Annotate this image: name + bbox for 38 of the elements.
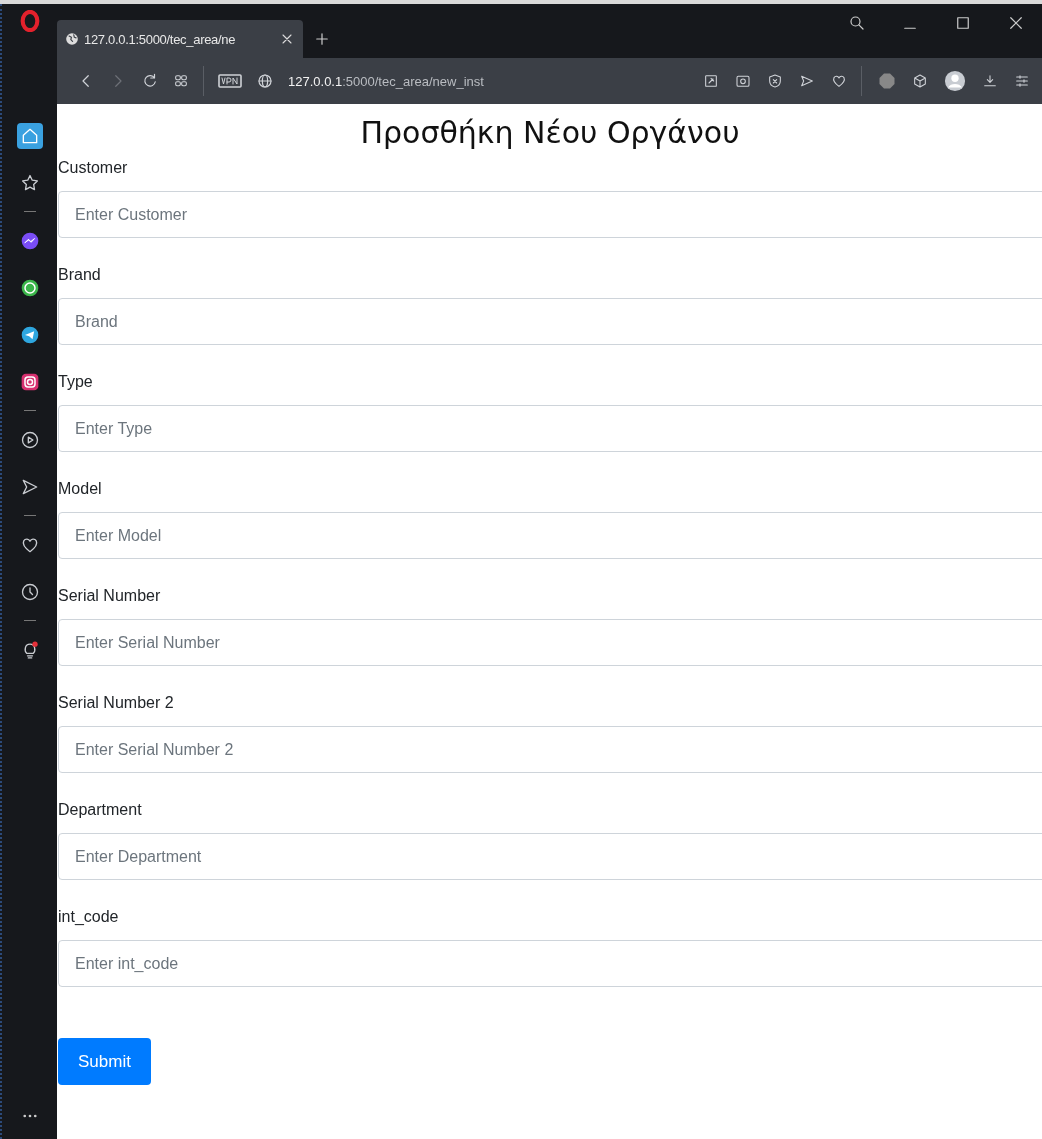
submit-button[interactable]: Submit bbox=[58, 1038, 151, 1085]
field-label: Type bbox=[58, 372, 94, 392]
input-field[interactable]: Enter Department bbox=[58, 833, 1042, 880]
home-icon[interactable] bbox=[16, 122, 43, 149]
search-icon[interactable] bbox=[848, 14, 866, 32]
field-label: Model bbox=[58, 479, 103, 499]
input-field[interactable]: Enter Type bbox=[58, 405, 1042, 452]
address-field[interactable]: 127.0.0.1:5000/tec_area/new_inst bbox=[288, 73, 687, 89]
grid-icon[interactable] bbox=[173, 73, 189, 89]
input-field[interactable]: Brand bbox=[58, 298, 1042, 345]
sliders-icon[interactable] bbox=[1014, 73, 1030, 89]
send-icon[interactable] bbox=[799, 73, 815, 89]
browser-tab[interactable]: 127.0.0.1:5000/tec_area/ne bbox=[57, 20, 303, 58]
input-field[interactable]: Enter int_code bbox=[58, 940, 1042, 987]
input-field[interactable]: Enter Serial Number bbox=[58, 619, 1042, 666]
field-label: Serial Number 2 bbox=[58, 693, 175, 713]
reload-icon[interactable] bbox=[141, 72, 159, 90]
tab-title: 127.0.0.1:5000/tec_area/ne bbox=[84, 31, 237, 47]
plus-icon[interactable] bbox=[313, 30, 331, 48]
field-label: Serial Number bbox=[58, 586, 162, 606]
download-icon[interactable] bbox=[982, 73, 998, 89]
stop-sign-icon[interactable] bbox=[878, 72, 896, 90]
maximize-icon[interactable] bbox=[954, 14, 972, 32]
cube-icon[interactable] bbox=[912, 73, 928, 89]
close-icon[interactable] bbox=[1007, 14, 1025, 32]
opera-logo-icon[interactable] bbox=[18, 10, 41, 32]
field-label: Customer bbox=[58, 158, 129, 178]
camera-icon[interactable] bbox=[735, 73, 751, 89]
input-field[interactable]: Enter Serial Number 2 bbox=[58, 726, 1042, 773]
field-label: Brand bbox=[58, 265, 102, 285]
field-label: Department bbox=[58, 800, 143, 820]
input-field[interactable]: Enter Customer bbox=[58, 191, 1042, 238]
shield-x-icon[interactable] bbox=[767, 73, 783, 89]
heart-icon[interactable] bbox=[831, 73, 847, 89]
page-title: Προσθήκη Νέου Οργάνου bbox=[359, 114, 741, 152]
input-field[interactable]: Enter Model bbox=[58, 512, 1042, 559]
avatar-icon[interactable] bbox=[944, 70, 966, 92]
field-label: int_code bbox=[58, 907, 120, 927]
